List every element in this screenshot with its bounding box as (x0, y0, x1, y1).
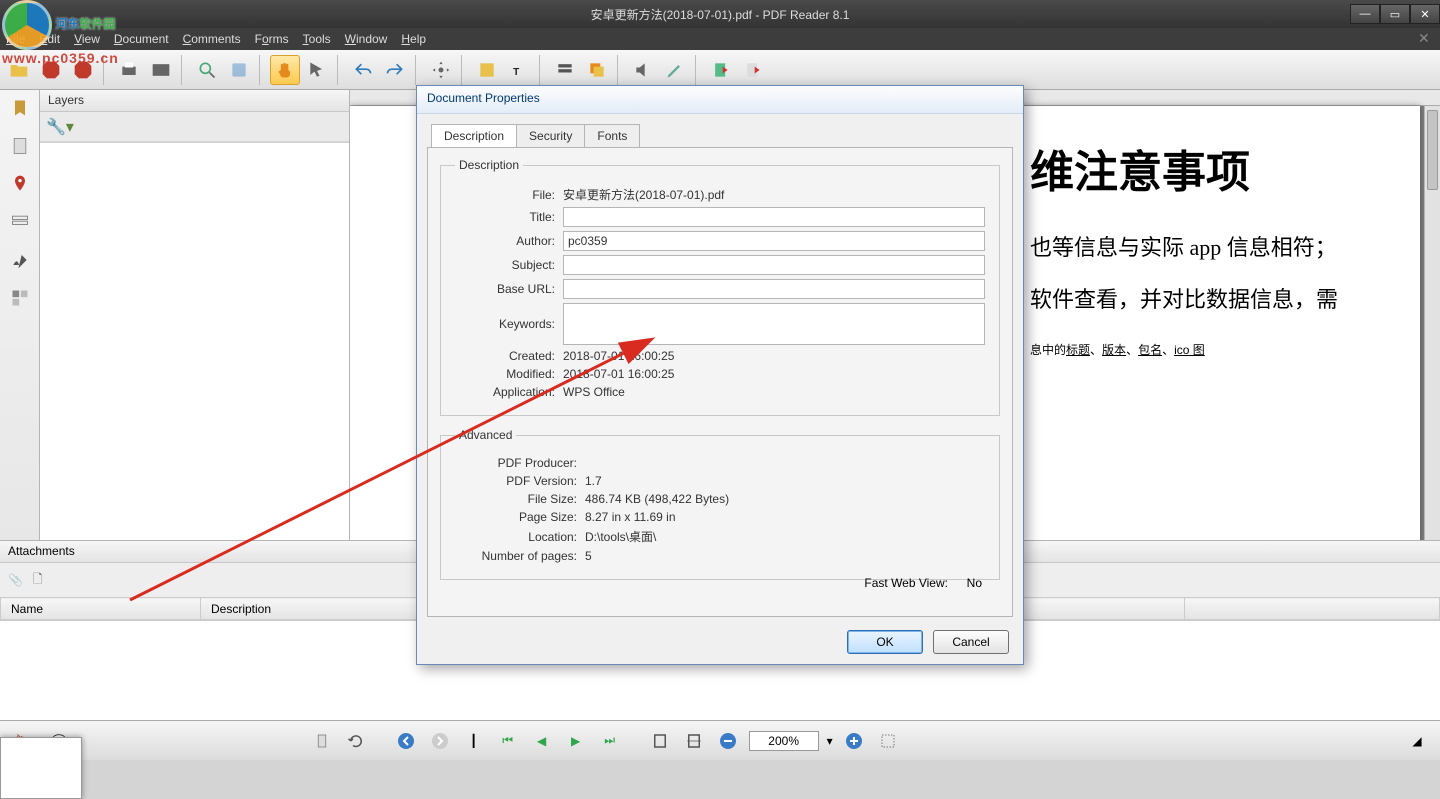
menu-document[interactable]: Document (114, 32, 169, 46)
page-number-input[interactable] (0, 737, 82, 799)
maximize-button[interactable]: ▭ (1380, 4, 1410, 24)
dialog-title: Document Properties (417, 86, 1023, 114)
next-page-button[interactable]: ▶ (563, 728, 589, 754)
export1-button[interactable] (706, 55, 736, 85)
window-title: 安卓更新方法(2018-07-01).pdf - PDF Reader 8.1 (591, 6, 850, 23)
close-button[interactable]: ✕ (1410, 4, 1440, 24)
location-value: D:\tools\桌面\ (585, 528, 656, 545)
stop1-button[interactable] (36, 55, 66, 85)
baseurl-input[interactable] (563, 279, 985, 299)
col-blank[interactable] (1184, 598, 1439, 620)
menu-file[interactable]: File (6, 32, 25, 46)
select-tool-button[interactable] (302, 55, 332, 85)
pages-icon[interactable] (8, 134, 32, 158)
signatures-icon[interactable] (8, 248, 32, 272)
menu-help[interactable]: Help (401, 32, 426, 46)
subject-input[interactable] (563, 255, 985, 275)
single-page-button[interactable] (309, 728, 335, 754)
menu-comments[interactable]: Comments (183, 32, 241, 46)
export2-button[interactable] (738, 55, 768, 85)
page-line-3: 息中的标题、版本、包名、ico 图 (1030, 334, 1380, 360)
open-button[interactable] (4, 55, 34, 85)
author-input[interactable] (563, 231, 985, 251)
rotate-button[interactable] (343, 728, 369, 754)
bookmarks-icon[interactable] (8, 96, 32, 120)
snapshot-button[interactable] (224, 55, 254, 85)
stop2-button[interactable] (68, 55, 98, 85)
print-button[interactable] (114, 55, 144, 85)
menu-edit[interactable]: Edit (39, 32, 60, 46)
description-group: Description File:安卓更新方法(2018-07-01).pdf … (440, 158, 1000, 416)
menu-tools[interactable]: Tools (303, 32, 331, 46)
settings-button[interactable] (426, 55, 456, 85)
document-properties-dialog: Document Properties Description Security… (416, 85, 1024, 665)
zoom-input[interactable] (749, 731, 819, 751)
main-toolbar: T (0, 50, 1440, 90)
modified-value: 2018-07-01 16:00:25 (563, 367, 674, 381)
title-input[interactable] (563, 207, 985, 227)
prev-page-button[interactable]: ◀ (529, 728, 555, 754)
keywords-input[interactable] (563, 303, 985, 345)
page-line-2: 软件查看，并对比数据信息，需 (1030, 282, 1380, 314)
bottom-toolbar: 🔖 💬 ┃ ⏮ ◀ ▶ ⏭ ▾ ◢ (0, 720, 1440, 760)
titlebar: 安卓更新方法(2018-07-01).pdf - PDF Reader 8.1 … (0, 0, 1440, 28)
tab-security[interactable]: Security (516, 124, 585, 147)
close-document-icon[interactable]: ✕ (1418, 30, 1434, 46)
expand-icon[interactable]: ◢ (1404, 728, 1430, 754)
text-button[interactable]: T (504, 55, 534, 85)
col-name[interactable]: Name (1, 598, 201, 620)
first-page-button[interactable]: ⏮ (495, 728, 521, 754)
zoom-dropdown-icon[interactable]: ▾ (827, 734, 833, 748)
tab-fonts[interactable]: Fonts (584, 124, 640, 147)
menubar: File Edit View Document Comments Forms T… (0, 28, 1440, 50)
menu-window[interactable]: Window (345, 32, 388, 46)
advanced-group: Advanced PDF Producer: PDF Version:1.7 F… (440, 428, 1000, 580)
pagesize-value: 8.27 in x 11.69 in (585, 510, 676, 524)
version-value: 1.7 (585, 474, 602, 488)
pencil-button[interactable] (660, 55, 690, 85)
svg-text:T: T (513, 67, 519, 78)
menu-forms[interactable]: Forms (255, 32, 289, 46)
nav-fwd-button[interactable] (427, 728, 453, 754)
mail-button[interactable] (146, 55, 176, 85)
divider-icon: ┃ (461, 728, 487, 754)
fast-web-view: Fast Web View: No (864, 576, 982, 590)
marquee-zoom-button[interactable] (875, 728, 901, 754)
destinations-icon[interactable] (8, 172, 32, 196)
wrench-icon[interactable]: 🔧▾ (46, 117, 74, 137)
layers-header: Layers (40, 90, 349, 112)
undo-button[interactable] (348, 55, 378, 85)
file-value: 安卓更新方法(2018-07-01).pdf (563, 186, 724, 203)
nav-back-button[interactable] (393, 728, 419, 754)
page-line-1: 也等信息与实际 app 信息相符； (1030, 230, 1380, 262)
search-button[interactable] (192, 55, 222, 85)
attach-add-icon[interactable]: 📎 (8, 573, 23, 587)
filesize-value: 486.74 KB (498,422 Bytes) (585, 492, 729, 506)
zoom-in-button[interactable] (841, 728, 867, 754)
sound-button[interactable] (628, 55, 658, 85)
minimize-button[interactable]: — (1350, 4, 1380, 24)
application-value: WPS Office (563, 385, 625, 399)
note-button[interactable] (472, 55, 502, 85)
menu-view[interactable]: View (74, 32, 100, 46)
redo-button[interactable] (380, 55, 410, 85)
created-value: 2018-07-01 16:00:25 (563, 349, 674, 363)
layers-tab-icon[interactable] (8, 210, 32, 234)
fit-page-button[interactable] (647, 728, 673, 754)
last-page-button[interactable]: ⏭ (597, 728, 623, 754)
page-heading: 维注意事项 (1030, 136, 1380, 200)
tab-description[interactable]: Description (431, 124, 517, 147)
highlight-button[interactable] (550, 55, 580, 85)
thumbnails-icon[interactable] (8, 286, 32, 310)
ok-button[interactable]: OK (847, 630, 923, 654)
hand-tool-button[interactable] (270, 55, 300, 85)
zoom-out-button[interactable] (715, 728, 741, 754)
numpages-value: 5 (585, 549, 592, 563)
fit-width-button[interactable] (681, 728, 707, 754)
attach-open-icon[interactable]: 🗋 (33, 570, 43, 591)
cancel-button[interactable]: Cancel (933, 630, 1009, 654)
stamp-button[interactable] (582, 55, 612, 85)
